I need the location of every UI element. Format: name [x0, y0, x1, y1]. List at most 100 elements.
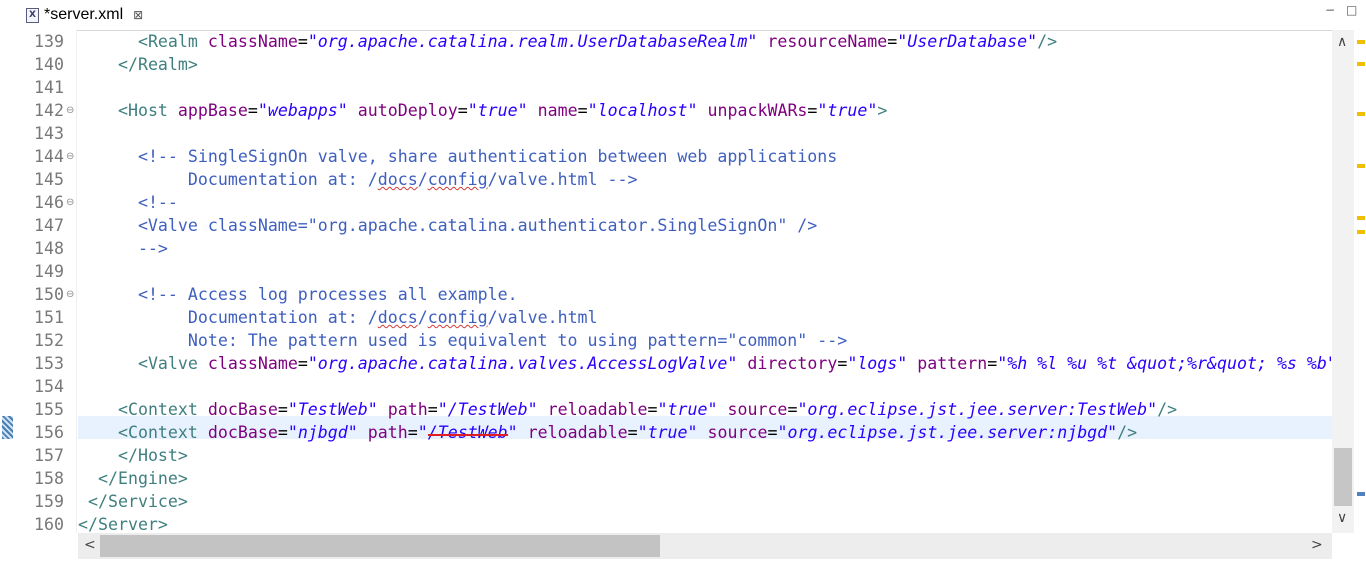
line-number: 143	[34, 124, 64, 143]
xml-editor[interactable]: 139 140 141 142 ⊖ 143 144 ⊖ 145 146 ⊖ 147 148 149 150 ⊖…	[0, 30, 1366, 534]
line-number: 159	[34, 492, 64, 511]
warning-marker[interactable]	[1357, 40, 1365, 44]
code-token: directory	[747, 354, 838, 373]
vertical-scrollbar[interactable]: ∧ ∨	[1332, 30, 1354, 533]
line-number: 142	[34, 101, 64, 120]
close-icon[interactable]: ⊠	[133, 8, 143, 22]
code-token: pattern	[917, 354, 988, 373]
code-line[interactable]: </Engine>	[78, 467, 188, 490]
code-line[interactable]: <!-- Access log processes all example.	[78, 283, 518, 306]
code-token: "true"	[657, 400, 718, 419]
code-token: docBase	[207, 400, 278, 419]
line-number: 146	[34, 193, 64, 212]
code-token: =	[837, 354, 848, 373]
change-overview-marker[interactable]	[1357, 492, 1365, 496]
code-token: </Host>	[117, 446, 188, 465]
code-token: <Context	[117, 423, 208, 442]
code-token: =	[647, 400, 658, 419]
code-line[interactable]: <!-- SingleSignOn valve, share authentic…	[78, 145, 837, 168]
code-token: =	[407, 423, 418, 442]
warning-marker[interactable]	[1357, 230, 1365, 234]
tab-title: *server.xml	[44, 6, 124, 23]
warning-marker[interactable]	[1357, 216, 1365, 220]
code-token: </Realm>	[117, 55, 198, 74]
code-line[interactable]: <Context docBase="TestWeb" path="/TestWe…	[78, 398, 1177, 421]
warning-marker[interactable]	[1357, 164, 1365, 168]
code-line[interactable]: </Server>	[78, 513, 168, 533]
fold-toggle-icon[interactable]: ⊖	[66, 197, 76, 208]
code-line[interactable]: -->	[78, 237, 168, 260]
code-token: autoDeploy	[357, 101, 458, 120]
minimize-icon[interactable]: −	[1325, 4, 1337, 16]
line-number: 149	[34, 262, 64, 281]
code-token: =	[247, 101, 258, 120]
code-token: /valve.html	[487, 308, 598, 327]
code-token: =	[297, 354, 308, 373]
code-line[interactable]: <Valve className="org.apache.catalina.va…	[78, 352, 1332, 375]
code-line[interactable]: </Realm>	[78, 53, 198, 76]
line-number: 157	[34, 446, 64, 465]
tab-server-xml[interactable]: X *server.xml ⊠	[18, 0, 152, 30]
code-line[interactable]: <Host appBase="webapps" autoDeploy="true…	[78, 99, 887, 122]
code-line[interactable]: <Realm className="org.apache.catalina.re…	[78, 30, 1057, 53]
code-token: "true"	[637, 423, 698, 442]
warning-marker[interactable]	[1357, 112, 1365, 116]
code-token: config	[427, 308, 488, 327]
code-token: >	[877, 101, 888, 120]
code-token: =	[277, 423, 288, 442]
code-token: =	[767, 423, 778, 442]
code-token: <Realm	[137, 32, 208, 51]
code-token: className	[207, 354, 298, 373]
code-line[interactable]: <Context docBase="njbgd" path="/TestWeb"…	[78, 421, 1137, 444]
warning-marker[interactable]	[1357, 62, 1365, 66]
scroll-down-icon[interactable]: ∨	[1337, 510, 1347, 526]
annotation-ruler	[0, 30, 20, 533]
line-number: 156	[34, 423, 64, 442]
fold-toggle-icon[interactable]: ⊖	[66, 151, 76, 162]
code-line[interactable]: </Service>	[78, 490, 188, 513]
code-token: Note: The pattern used is equivalent to …	[78, 331, 848, 350]
code-line[interactable]: <Valve className="org.apache.catalina.au…	[78, 214, 817, 237]
code-line[interactable]: <!--	[78, 191, 178, 214]
fold-toggle-icon[interactable]: ⊖	[66, 289, 76, 300]
line-number: 141	[34, 78, 64, 97]
scroll-right-icon[interactable]: >	[1311, 537, 1323, 553]
code-token: =	[627, 423, 638, 442]
code-area[interactable]: <Realm className="org.apache.catalina.re…	[78, 30, 1332, 533]
code-token: "%h %l %u %t &quot;%r&quot; %s %b"	[997, 354, 1332, 373]
scroll-up-icon[interactable]: ∧	[1337, 34, 1347, 50]
maximize-icon[interactable]: □	[1346, 4, 1358, 16]
code-token: "	[417, 423, 428, 442]
code-token: </Service>	[88, 492, 188, 511]
horizontal-scrollbar[interactable]: < >	[78, 533, 1332, 559]
line-number: 152	[34, 331, 64, 350]
line-number: 145	[34, 170, 64, 189]
fold-toggle-icon[interactable]: ⊖	[66, 105, 76, 116]
scroll-left-icon[interactable]: <	[84, 537, 96, 553]
code-line[interactable]: </Host>	[78, 444, 188, 467]
code-token: -->	[78, 239, 168, 258]
line-number: 160	[34, 515, 64, 534]
code-token: config	[427, 170, 488, 189]
code-line[interactable]: Documentation at: /docs/config/valve.htm…	[78, 168, 638, 191]
code-token: path	[367, 423, 408, 442]
horizontal-scroll-thumb[interactable]	[100, 535, 660, 557]
vertical-scroll-thumb[interactable]	[1334, 448, 1352, 506]
code-token: "TestWeb"	[287, 400, 378, 419]
code-line[interactable]: Documentation at: /docs/config/valve.htm…	[78, 306, 598, 329]
code-token: <!-- SingleSignOn valve, share authentic…	[137, 147, 838, 166]
code-line[interactable]: Note: The pattern used is equivalent to …	[78, 329, 847, 352]
code-token: docs	[377, 308, 418, 327]
overview-ruler[interactable]	[1354, 30, 1366, 533]
